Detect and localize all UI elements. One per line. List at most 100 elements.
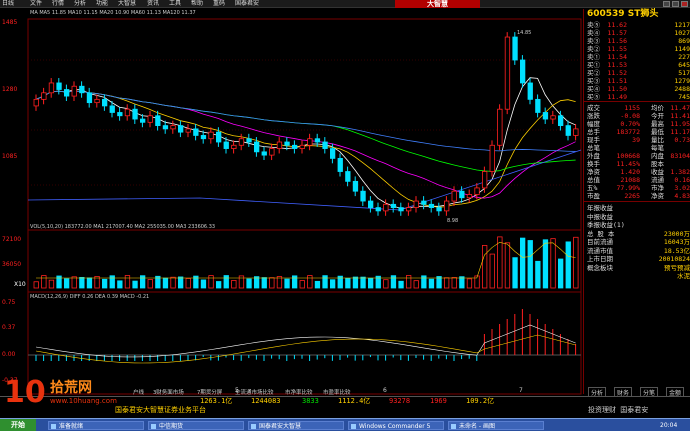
candle[interactable] — [390, 203, 397, 209]
candle[interactable] — [33, 98, 39, 107]
candle[interactable] — [284, 141, 290, 146]
taskbar-item-2[interactable]: 国泰君安大智慧 — [248, 421, 344, 430]
order-book-row[interactable]: 卖② 11.55 1149 — [584, 45, 690, 53]
candle[interactable] — [139, 118, 146, 123]
order-book-row[interactable]: 买① 11.53 645 — [584, 61, 690, 69]
candle[interactable] — [124, 108, 131, 117]
minimize-icon[interactable] — [663, 1, 670, 7]
candle[interactable] — [79, 85, 85, 94]
candle[interactable] — [307, 138, 313, 146]
candle[interactable] — [527, 82, 533, 100]
order-book-row[interactable]: 买② 11.52 517 — [584, 69, 690, 77]
candle[interactable] — [459, 190, 465, 199]
order-book-row[interactable]: 买③ 11.51 1279 — [584, 77, 690, 85]
order-book-row[interactable]: 卖⑤ 11.62 1217 — [584, 21, 690, 29]
candle[interactable] — [71, 85, 77, 97]
candle[interactable] — [375, 207, 381, 212]
candle[interactable] — [177, 125, 184, 133]
candle[interactable] — [542, 112, 549, 120]
candle[interactable] — [208, 131, 214, 140]
candle[interactable] — [451, 190, 457, 202]
func-tab-1[interactable]: 3财务面市场 — [153, 389, 184, 398]
candle[interactable] — [299, 144, 305, 149]
candle[interactable] — [200, 135, 207, 140]
candle[interactable] — [504, 36, 511, 110]
candle[interactable] — [238, 138, 245, 146]
order-book-row[interactable]: 卖③ 11.56 869 — [584, 37, 690, 45]
order-volume: 1217 — [674, 21, 690, 29]
candle[interactable] — [383, 203, 389, 212]
candle[interactable] — [117, 112, 123, 117]
candle[interactable] — [132, 108, 138, 120]
order-book-row[interactable]: 卖④ 11.57 1027 — [584, 29, 690, 37]
candle[interactable] — [322, 141, 328, 149]
candle[interactable] — [489, 144, 495, 172]
candle[interactable] — [94, 98, 100, 104]
order-book-row[interactable]: 买⑤ 11.49 745 — [584, 93, 690, 101]
candle[interactable] — [215, 131, 222, 143]
status-ad[interactable]: 投资理财 国泰君安 — [588, 406, 648, 415]
candle[interactable] — [185, 128, 191, 133]
candle[interactable] — [56, 82, 62, 90]
candle[interactable] — [497, 108, 503, 146]
candle[interactable] — [558, 115, 564, 127]
start-button[interactable]: 开始 — [0, 419, 36, 431]
candle[interactable] — [352, 180, 359, 192]
close-icon[interactable] — [681, 1, 688, 7]
candle[interactable] — [155, 115, 161, 127]
candle[interactable] — [253, 141, 260, 153]
candle[interactable] — [170, 125, 176, 130]
candle[interactable] — [246, 138, 252, 143]
candle[interactable] — [520, 59, 526, 84]
candle[interactable] — [360, 190, 366, 202]
candle[interactable] — [314, 138, 321, 143]
maximize-icon[interactable] — [672, 1, 679, 7]
candle[interactable] — [193, 128, 199, 136]
candle[interactable] — [481, 171, 488, 189]
candle[interactable] — [48, 82, 55, 94]
candle[interactable] — [466, 194, 473, 199]
candle[interactable] — [269, 148, 275, 156]
candle[interactable] — [345, 171, 351, 182]
taskbar-item-3[interactable]: Windows Commander 5 — [348, 421, 444, 430]
candle[interactable] — [535, 98, 541, 113]
candle[interactable] — [337, 157, 343, 172]
candle[interactable] — [64, 89, 70, 97]
candle[interactable] — [276, 141, 283, 149]
candle[interactable] — [421, 200, 427, 205]
candle[interactable] — [550, 115, 556, 120]
candle[interactable] — [436, 207, 442, 212]
kline-chart[interactable]: MA MA5 11.85 MA10 11.15 MA20 10.90 MA60 … — [0, 0, 583, 395]
candle[interactable] — [109, 105, 115, 113]
taskbar-item-4[interactable]: 未命名 - 画图 — [448, 421, 544, 430]
candle[interactable] — [291, 144, 298, 149]
stock-title[interactable]: 600539 ST狮头 — [584, 9, 690, 19]
order-book-row[interactable]: 买④ 11.50 2488 — [584, 85, 690, 93]
taskbar-item-1[interactable]: 中信期货 — [148, 421, 244, 430]
candle[interactable] — [261, 151, 267, 156]
candle[interactable] — [102, 98, 108, 107]
candle[interactable] — [329, 148, 336, 159]
candle[interactable] — [223, 141, 229, 149]
order-book-row[interactable]: 卖① 11.54 227 — [584, 53, 690, 61]
candle[interactable] — [428, 203, 435, 209]
candle[interactable] — [86, 92, 93, 104]
candle[interactable] — [565, 125, 571, 136]
candle[interactable] — [41, 92, 47, 100]
candle[interactable] — [413, 200, 419, 208]
price-label-mid: 1280 — [2, 86, 17, 93]
func-tab-0[interactable]: 户线 — [133, 389, 144, 398]
candle[interactable] — [147, 115, 153, 123]
candle[interactable] — [512, 36, 518, 61]
candle[interactable] — [162, 125, 169, 130]
taskbar-item-0[interactable]: 准备就绪 — [48, 421, 144, 430]
candle[interactable] — [405, 207, 412, 212]
candle[interactable] — [231, 144, 237, 149]
candle[interactable] — [474, 187, 480, 195]
candle[interactable] — [398, 207, 404, 212]
stat-value: 11.45% — [616, 160, 640, 168]
order-label: 卖② — [587, 45, 600, 53]
candle[interactable] — [573, 128, 579, 136]
candle[interactable] — [443, 200, 450, 212]
candle[interactable] — [367, 200, 374, 208]
